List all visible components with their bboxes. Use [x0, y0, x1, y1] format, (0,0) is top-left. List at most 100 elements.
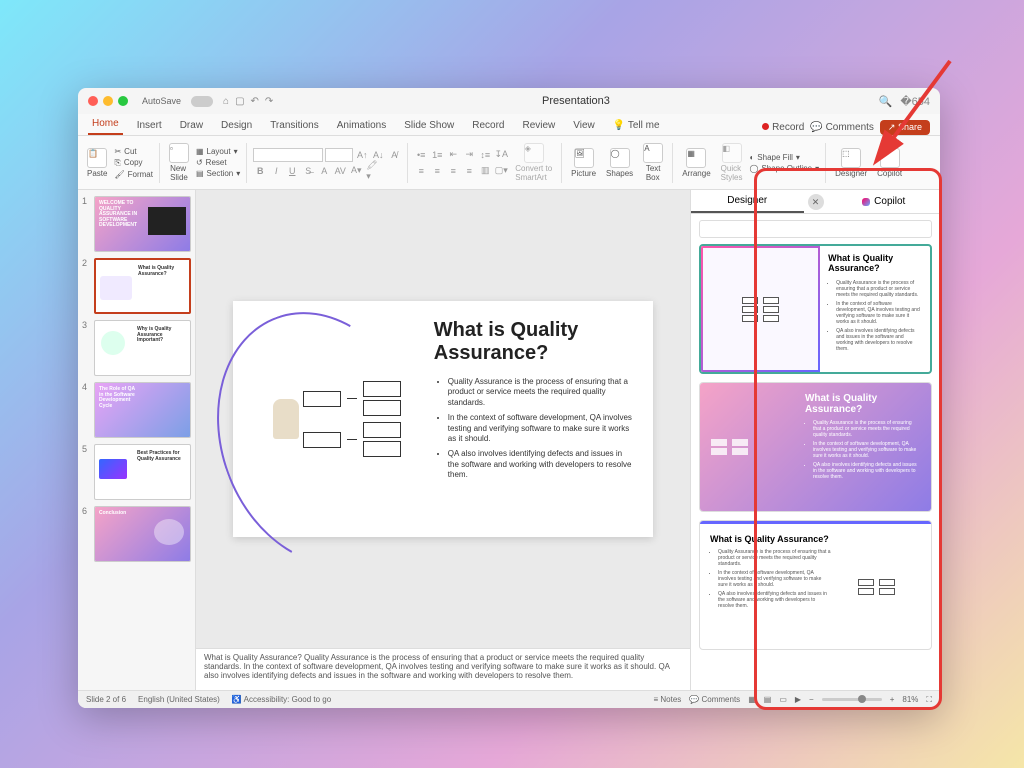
- section-button[interactable]: ▤ Section ▾: [196, 169, 240, 178]
- notes-button[interactable]: ≡ Notes: [654, 695, 682, 704]
- line-spacing-icon[interactable]: ↕≡: [478, 148, 492, 162]
- bullets-icon[interactable]: •≡: [414, 148, 428, 162]
- designer-close-icon[interactable]: ✕: [808, 194, 824, 210]
- thumb-5[interactable]: 5Best Practices for Quality Assurance: [82, 444, 191, 500]
- shapes-button[interactable]: ◯Shapes: [603, 146, 636, 180]
- font-size-select[interactable]: [325, 148, 353, 162]
- zoom-level[interactable]: 81%: [902, 695, 918, 704]
- fit-icon[interactable]: ⛶: [926, 695, 932, 705]
- comments-toggle[interactable]: 💬 Comments: [810, 122, 874, 133]
- indent-dec-icon[interactable]: ⇤: [446, 148, 460, 162]
- quick-styles-button[interactable]: ◧Quick Styles: [718, 141, 746, 184]
- spacing-icon[interactable]: AV: [333, 164, 347, 178]
- bold-icon[interactable]: B: [253, 164, 267, 178]
- underline-icon[interactable]: U: [285, 164, 299, 178]
- notes-pane[interactable]: What is Quality Assurance? Quality Assur…: [196, 648, 690, 690]
- designer-tab[interactable]: Designer: [691, 190, 804, 213]
- home-icon[interactable]: ⌂: [223, 96, 229, 107]
- design-suggestion-3[interactable]: What is Quality Assurance?Quality Assura…: [699, 520, 932, 650]
- normal-view-icon[interactable]: ▦: [748, 695, 756, 704]
- layout-button[interactable]: ▦ Layout ▾: [196, 147, 240, 156]
- strike-icon[interactable]: S̶: [301, 164, 315, 178]
- convert-smartart-button[interactable]: ◈Convert to SmartArt: [512, 141, 555, 184]
- align-text-icon[interactable]: ▢▾: [494, 164, 508, 178]
- align-left-icon[interactable]: ≡: [414, 164, 428, 178]
- tab-home[interactable]: Home: [88, 115, 123, 135]
- designer-button[interactable]: ⬚Designer: [832, 146, 870, 180]
- record-button[interactable]: Record: [762, 122, 804, 133]
- copilot-button[interactable]: Copilot: [874, 146, 905, 180]
- close-window-button[interactable]: [88, 96, 98, 106]
- tab-insert[interactable]: Insert: [133, 117, 166, 135]
- tab-view[interactable]: View: [569, 117, 599, 135]
- maximize-window-button[interactable]: [118, 96, 128, 106]
- slide-bullets[interactable]: Quality Assurance is the process of ensu…: [434, 377, 635, 481]
- tab-slideshow[interactable]: Slide Show: [400, 117, 458, 135]
- search-icon[interactable]: 🔍: [879, 95, 893, 108]
- thumb-2[interactable]: 2What is Quality Assurance?: [82, 258, 191, 314]
- language-indicator[interactable]: English (United States): [138, 695, 220, 704]
- zoom-slider[interactable]: [822, 698, 882, 701]
- align-right-icon[interactable]: ≡: [446, 164, 460, 178]
- indent-inc-icon[interactable]: ⇥: [462, 148, 476, 162]
- sorter-view-icon[interactable]: ▤: [764, 695, 772, 704]
- slide-title[interactable]: What is Quality Assurance?: [434, 319, 635, 365]
- undo-icon[interactable]: ↶: [251, 96, 259, 107]
- slide-counter[interactable]: Slide 2 of 6: [86, 695, 126, 704]
- thumb-4[interactable]: 4The Role of QA in the Software Developm…: [82, 382, 191, 438]
- tab-transitions[interactable]: Transitions: [266, 117, 323, 135]
- autosave-toggle[interactable]: [191, 96, 213, 107]
- justify-icon[interactable]: ≡: [462, 164, 476, 178]
- comments-button[interactable]: 💬 Comments: [689, 695, 740, 704]
- font-family-select[interactable]: [253, 148, 323, 162]
- zoom-out-icon[interactable]: −: [809, 695, 814, 704]
- tab-draw[interactable]: Draw: [176, 117, 207, 135]
- new-slide-button[interactable]: ▫New Slide: [166, 141, 192, 184]
- tell-me[interactable]: 💡 Tell me: [609, 117, 664, 135]
- tab-animations[interactable]: Animations: [333, 117, 390, 135]
- textbox-button[interactable]: AText Box: [640, 141, 666, 184]
- accessibility-status[interactable]: ♿ Accessibility: Good to go: [232, 695, 331, 704]
- align-center-icon[interactable]: ≡: [430, 164, 444, 178]
- minimize-window-button[interactable]: [103, 96, 113, 106]
- thumb-1[interactable]: 1WELCOME TO QUALITY ASSURANCE IN SOFTWAR…: [82, 196, 191, 252]
- arrange-button[interactable]: ▦Arrange: [679, 146, 713, 180]
- design-suggestion-2[interactable]: What is Quality Assurance?Quality Assura…: [699, 382, 932, 512]
- link-icon[interactable]: �654: [900, 95, 930, 108]
- app-window: AutoSave ⌂ ▢ ↶ ↷ Presentation3 🔍 �654 Ho…: [78, 88, 940, 708]
- text-direction-icon[interactable]: ↧A: [494, 148, 508, 162]
- redo-icon[interactable]: ↷: [265, 96, 273, 107]
- status-bar: Slide 2 of 6 English (United States) ♿ A…: [78, 690, 940, 708]
- shape-fill-button[interactable]: ◐ Shape Fill ▾: [749, 153, 819, 162]
- columns-icon[interactable]: ▥: [478, 164, 492, 178]
- numbering-icon[interactable]: 1≡: [430, 148, 444, 162]
- reset-button[interactable]: ↺ Reset: [196, 158, 240, 167]
- cut-button[interactable]: ✂ Cut: [114, 147, 153, 156]
- zoom-in-icon[interactable]: +: [890, 695, 895, 704]
- slide-thumbnails[interactable]: 1WELCOME TO QUALITY ASSURANCE IN SOFTWAR…: [78, 190, 196, 690]
- thumb-3[interactable]: 3Why is Quality Assurance Important?: [82, 320, 191, 376]
- designer-search[interactable]: [699, 220, 932, 238]
- tab-design[interactable]: Design: [217, 117, 256, 135]
- share-button[interactable]: ↗ Share: [880, 120, 930, 135]
- italic-icon[interactable]: I: [269, 164, 283, 178]
- design-suggestion-1[interactable]: What is Quality Assurance?Quality Assura…: [699, 244, 932, 374]
- save-icon[interactable]: ▢: [235, 96, 244, 107]
- tab-review[interactable]: Review: [518, 117, 559, 135]
- slideshow-view-icon[interactable]: ▶: [795, 695, 801, 704]
- paste-button[interactable]: 📋Paste: [84, 146, 110, 180]
- thumb-6[interactable]: 6Conclusion: [82, 506, 191, 562]
- slide[interactable]: What is Quality Assurance? Quality Assur…: [233, 301, 653, 537]
- reading-view-icon[interactable]: ▭: [779, 695, 787, 704]
- shape-outline-button[interactable]: ◯ Shape Outline ▾: [749, 164, 819, 173]
- copilot-tab[interactable]: Copilot: [828, 190, 941, 213]
- picture-button[interactable]: 🖼Picture: [568, 146, 599, 180]
- tab-record[interactable]: Record: [468, 117, 508, 135]
- font-color-icon[interactable]: A▾: [349, 164, 363, 178]
- clear-format-icon[interactable]: A̸: [387, 148, 401, 162]
- slide-area[interactable]: What is Quality Assurance? Quality Assur…: [196, 190, 690, 648]
- copy-button[interactable]: ⎘ Copy: [114, 158, 153, 168]
- format-painter-button[interactable]: 🖌 Format: [114, 170, 153, 179]
- shadow-icon[interactable]: A: [317, 164, 331, 178]
- highlight-icon[interactable]: 🖍▾: [365, 164, 379, 178]
